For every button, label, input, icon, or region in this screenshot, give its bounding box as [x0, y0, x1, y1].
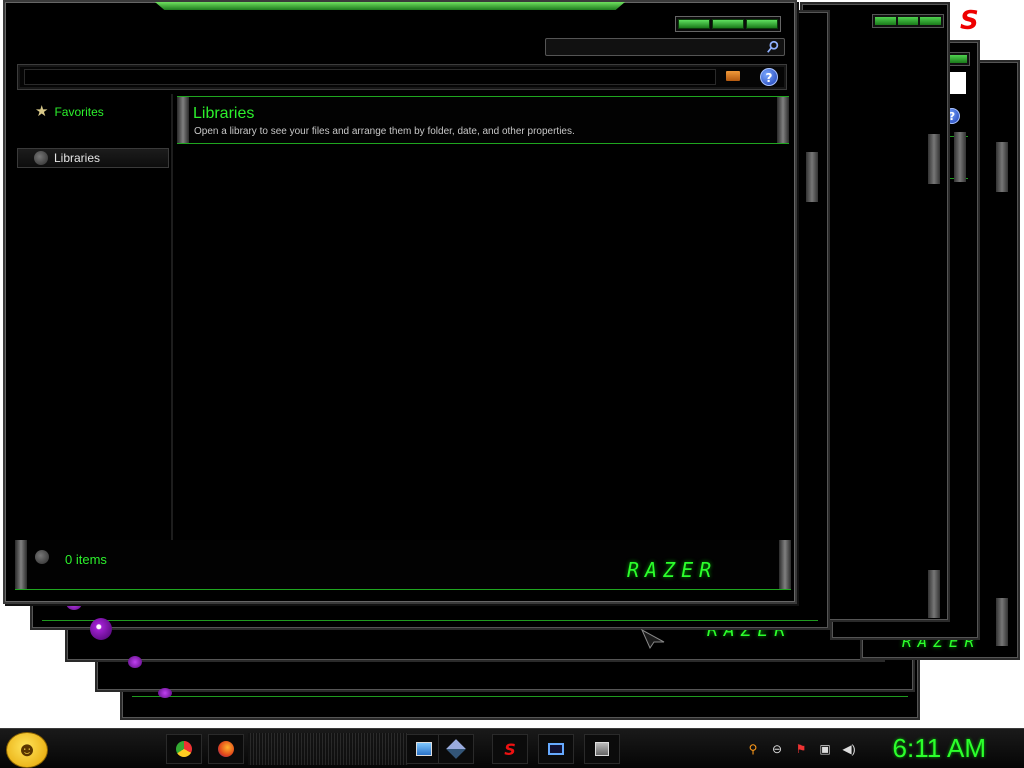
- details-grip-right: [779, 540, 791, 589]
- maximize-button[interactable]: [712, 19, 744, 29]
- minimize-button[interactable]: [678, 19, 710, 29]
- nav-item-libraries[interactable]: Libraries: [17, 148, 169, 168]
- page-title: Libraries: [193, 105, 255, 122]
- nav-item-label: Favorites: [54, 105, 104, 119]
- search-input[interactable]: [545, 38, 785, 56]
- nav-item-label: Libraries: [54, 151, 101, 165]
- header-grip-right: [777, 97, 789, 143]
- minus-circle-icon[interactable]: ⊖: [770, 742, 784, 756]
- volume-icon[interactable]: ◀): [842, 742, 856, 756]
- nav-item-favorites[interactable]: ★ Favorites: [35, 103, 104, 120]
- window-app-icon[interactable]: [538, 734, 574, 764]
- header-grip-left: [177, 97, 189, 143]
- star-icon: ★: [35, 103, 49, 120]
- search-icon[interactable]: ⚲: [746, 742, 760, 756]
- firefox-icon[interactable]: [208, 734, 244, 764]
- mouse-cursor: [640, 628, 665, 650]
- explorer-window[interactable]: ? ★ Favorites Libraries Libraries Open a…: [3, 0, 797, 604]
- action-center-flag-icon[interactable]: ⚑: [794, 742, 808, 756]
- desktop-app-icon[interactable]: S: [960, 6, 996, 36]
- details-grip-left: [15, 540, 27, 589]
- virtualbox-icon[interactable]: [438, 734, 474, 764]
- razer-logo: RAZER: [627, 558, 718, 582]
- folder-icon[interactable]: [726, 71, 740, 81]
- close-button[interactable]: [746, 19, 778, 29]
- control-panel-icon[interactable]: [406, 734, 442, 764]
- content-pane[interactable]: Libraries Open a library to see your fil…: [175, 94, 789, 540]
- address-bar[interactable]: ?: [17, 64, 787, 90]
- breadcrumb[interactable]: [24, 69, 716, 85]
- library-header: Libraries Open a library to see your fil…: [177, 96, 789, 144]
- network-icon[interactable]: ▣: [818, 742, 832, 756]
- start-button[interactable]: ☻: [6, 732, 48, 768]
- navigation-pane: ★ Favorites Libraries: [13, 94, 173, 540]
- details-pane: 0 items RAZER: [15, 540, 791, 590]
- help-icon[interactable]: ?: [760, 68, 778, 86]
- desktop-disc-icon[interactable]: [90, 618, 112, 640]
- desktop-disc-icon[interactable]: [128, 656, 142, 668]
- search-icon[interactable]: [766, 40, 780, 54]
- taskbar-divider: [248, 733, 408, 765]
- page-description: Open a library to see your files and arr…: [194, 126, 575, 137]
- libraries-icon: [35, 550, 49, 564]
- title-glow: [155, 2, 625, 10]
- window-controls: [675, 16, 781, 32]
- taskbar-clock[interactable]: 6:11 AM: [893, 733, 986, 764]
- taskbar: ☻ S ⚲ ⊖ ⚑ ▣ ◀) 6:11 AM: [0, 728, 1024, 768]
- item-count: 0 items: [65, 552, 107, 567]
- desktop-disc-icon[interactable]: [158, 688, 172, 698]
- s-app-icon[interactable]: S: [492, 734, 528, 764]
- chrome-icon[interactable]: [166, 734, 202, 764]
- network-app-icon[interactable]: [584, 734, 620, 764]
- libraries-icon: [34, 151, 48, 165]
